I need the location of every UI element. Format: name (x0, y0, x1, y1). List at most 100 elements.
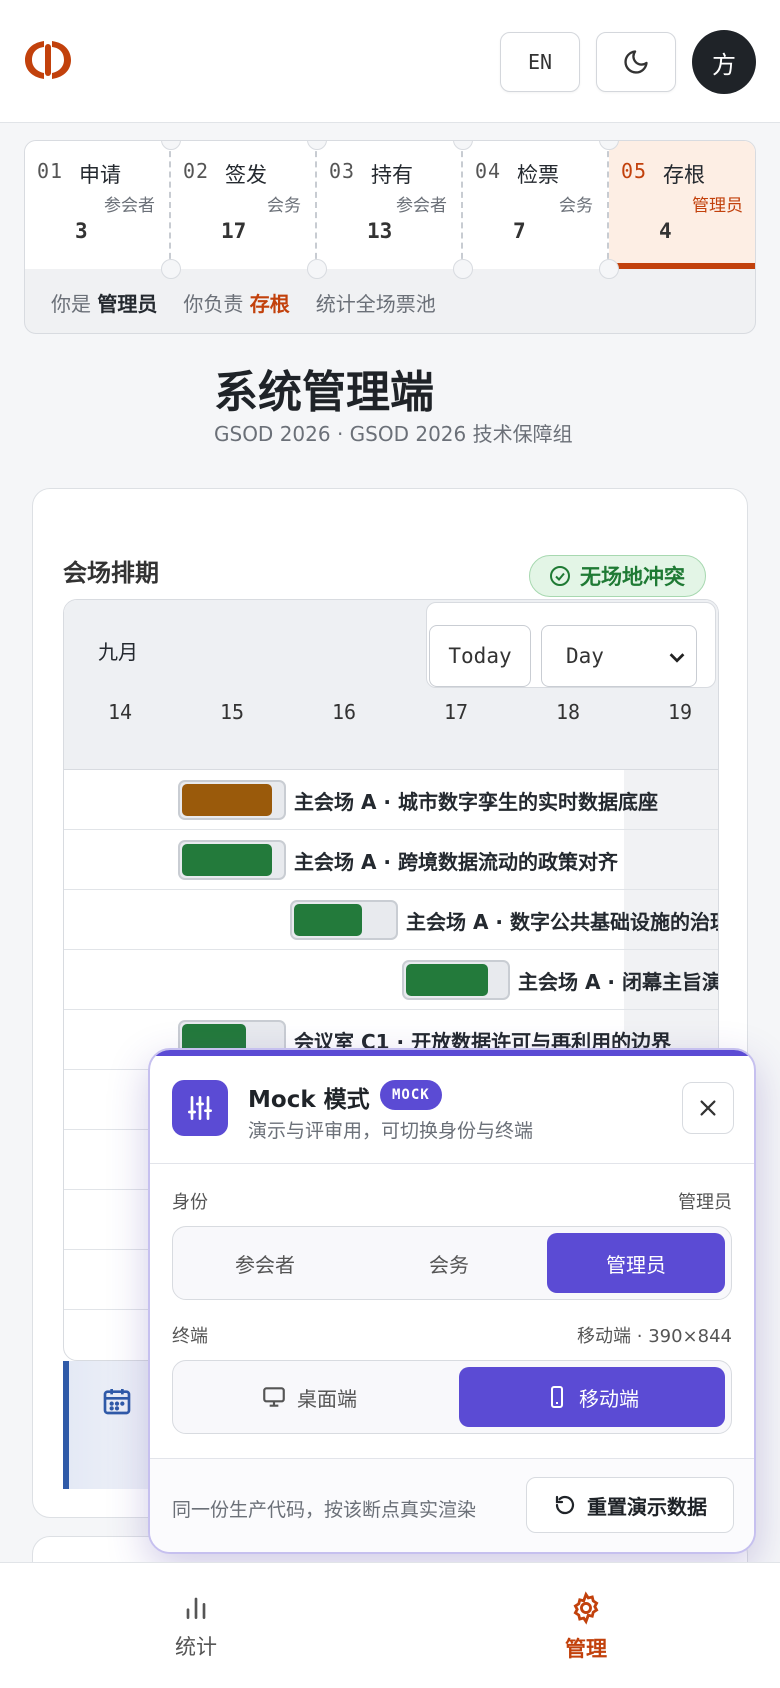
theme-toggle-button[interactable] (596, 32, 676, 92)
identity-switch: 参会者 会务 管理员 (172, 1226, 732, 1300)
event-bar[interactable] (178, 780, 286, 820)
check-circle-icon (550, 566, 570, 586)
view-select-value: Day (566, 644, 604, 668)
day-header: 14 (107, 700, 133, 724)
step-role: 参会者 (104, 196, 155, 216)
stepper-steps: 01 申请 参会者 3 02 签发 会务 17 03 持有 参会者 13 04 … (25, 141, 755, 269)
close-icon (700, 1100, 716, 1116)
nav-item-stats[interactable]: 统计 (126, 1591, 266, 1661)
step-name: 签发 (225, 163, 267, 187)
terminal-value: 移动端 · 390×844 (577, 1326, 732, 1347)
step-number: 02 (183, 159, 210, 183)
mock-panel-header: Mock 模式 MOCK 演示与评审用，可切换身份与终端 (150, 1050, 754, 1164)
step-name: 申请 (79, 163, 121, 187)
step-count: 13 (367, 219, 393, 243)
step-name: 检票 (517, 163, 559, 187)
your-step: 你负责 存根 (183, 291, 290, 316)
page-title: 系统管理端 (214, 367, 434, 418)
step-role: 会务 (559, 196, 593, 216)
terminal-option-label: 桌面端 (297, 1386, 357, 1411)
step-role: 会务 (267, 196, 301, 216)
step-apply[interactable]: 01 申请 参会者 3 (25, 141, 171, 269)
schedule-row: 主会场 A · 城市数字孪生的实时数据底座 (64, 770, 718, 830)
step-stub[interactable]: 05 存根 管理员 4 (609, 141, 755, 269)
day-header: 18 (555, 700, 581, 724)
role-summary-text: 统计全场票池 (315, 291, 436, 316)
day-header: 16 (331, 700, 357, 724)
identity-option-staff[interactable]: 会务 (363, 1233, 535, 1293)
monitor-icon (263, 1387, 285, 1407)
calendar-toolbar: Today Day (426, 602, 716, 688)
brand-logo-icon[interactable] (24, 38, 72, 82)
step-number: 04 (475, 159, 502, 183)
step-count: 17 (221, 219, 247, 243)
reset-icon (555, 1495, 575, 1515)
step-role: 管理员 (692, 196, 743, 216)
mock-mode-panel: Mock 模式 MOCK 演示与评审用，可切换身份与终端 身份 管理员 参会者 … (148, 1048, 756, 1554)
view-select[interactable]: Day (541, 625, 697, 687)
step-check[interactable]: 04 检票 会务 7 (463, 141, 609, 269)
step-number: 01 (37, 159, 64, 183)
user-avatar[interactable]: 方 (692, 30, 756, 94)
terminal-option-mobile[interactable]: 移动端 (459, 1367, 725, 1427)
schedule-row: 主会场 A · 数字公共基础设施的治理 (64, 890, 718, 950)
step-count: 7 (513, 219, 526, 243)
chevron-down-icon (669, 653, 685, 663)
step-role: 参会者 (396, 196, 447, 216)
bottom-nav: 统计 管理 (0, 1562, 780, 1688)
smartphone-icon (551, 1386, 563, 1408)
reset-demo-data-button[interactable]: 重置演示数据 (526, 1477, 734, 1533)
reset-label: 重置演示数据 (587, 1494, 707, 1519)
calendar-header: 九月 Today Day 14 15 16 17 18 19 (64, 600, 718, 770)
close-button[interactable] (682, 1082, 734, 1134)
language-toggle-button[interactable]: EN (500, 32, 580, 92)
step-name: 持有 (371, 163, 413, 187)
step-number: 05 (621, 159, 648, 183)
identity-value: 管理员 (678, 1192, 732, 1213)
event-bar[interactable] (290, 900, 398, 940)
sliders-icon (172, 1080, 228, 1136)
event-label[interactable]: 主会场 A · 数字公共基础设施的治理 (406, 906, 718, 935)
step-count: 4 (659, 219, 672, 243)
calendar-month: 九月 (98, 640, 138, 664)
today-button[interactable]: Today (429, 625, 531, 687)
event-label[interactable]: 主会场 A · 跨境数据流动的政策对齐 (294, 846, 618, 875)
schedule-row: 主会场 A · 跨境数据流动的政策对齐 (64, 830, 718, 890)
stepper-role-summary: 你是 管理员 你负责 存根 统计全场票池 (25, 269, 755, 333)
calendar-icon (103, 1389, 131, 1415)
event-bar[interactable] (178, 840, 286, 880)
step-count: 3 (75, 219, 88, 243)
nav-item-manage[interactable]: 管理 (516, 1591, 656, 1663)
no-conflict-label: 无场地冲突 (580, 565, 685, 589)
your-role: 你是 管理员 (51, 291, 158, 316)
mock-footer-text: 同一份生产代码，按该断点真实渲染 (172, 1499, 477, 1521)
event-bar-fill (182, 844, 272, 876)
gear-icon (573, 1591, 599, 1625)
event-label[interactable]: 主会场 A · 闭幕主旨演讲 (518, 966, 718, 995)
schedule-title: 会场排期 (63, 559, 159, 587)
identity-option-admin[interactable]: 管理员 (547, 1233, 725, 1293)
step-hold[interactable]: 03 持有 参会者 13 (317, 141, 463, 269)
ticket-flow-stepper: 01 申请 参会者 3 02 签发 会务 17 03 持有 参会者 13 04 … (24, 140, 756, 334)
nav-item-label: 统计 (175, 1635, 217, 1659)
event-bar-fill (406, 964, 488, 996)
event-bar-fill (182, 784, 272, 816)
terminal-option-desktop[interactable]: 桌面端 (179, 1367, 439, 1427)
moon-icon (624, 50, 648, 74)
day-header: 19 (667, 700, 693, 724)
mock-tag: MOCK (380, 1080, 442, 1110)
page-subtitle: GSOD 2026 · GSOD 2026 技术保障组 (214, 422, 573, 446)
event-label[interactable]: 主会场 A · 城市数字孪生的实时数据底座 (294, 786, 658, 815)
event-bar-fill (294, 904, 362, 936)
identity-option-attendee[interactable]: 参会者 (179, 1233, 351, 1293)
nav-item-label: 管理 (565, 1637, 607, 1661)
app-header: EN 方 (0, 0, 780, 123)
identity-label: 身份 (172, 1192, 208, 1213)
day-header: 17 (443, 700, 469, 724)
step-issue[interactable]: 02 签发 会务 17 (171, 141, 317, 269)
step-number: 03 (329, 159, 356, 183)
event-bar[interactable] (402, 960, 510, 1000)
bar-chart-icon (186, 1597, 206, 1619)
day-header: 15 (219, 700, 245, 724)
mock-panel-footer: 同一份生产代码，按该断点真实渲染 重置演示数据 (150, 1458, 754, 1552)
